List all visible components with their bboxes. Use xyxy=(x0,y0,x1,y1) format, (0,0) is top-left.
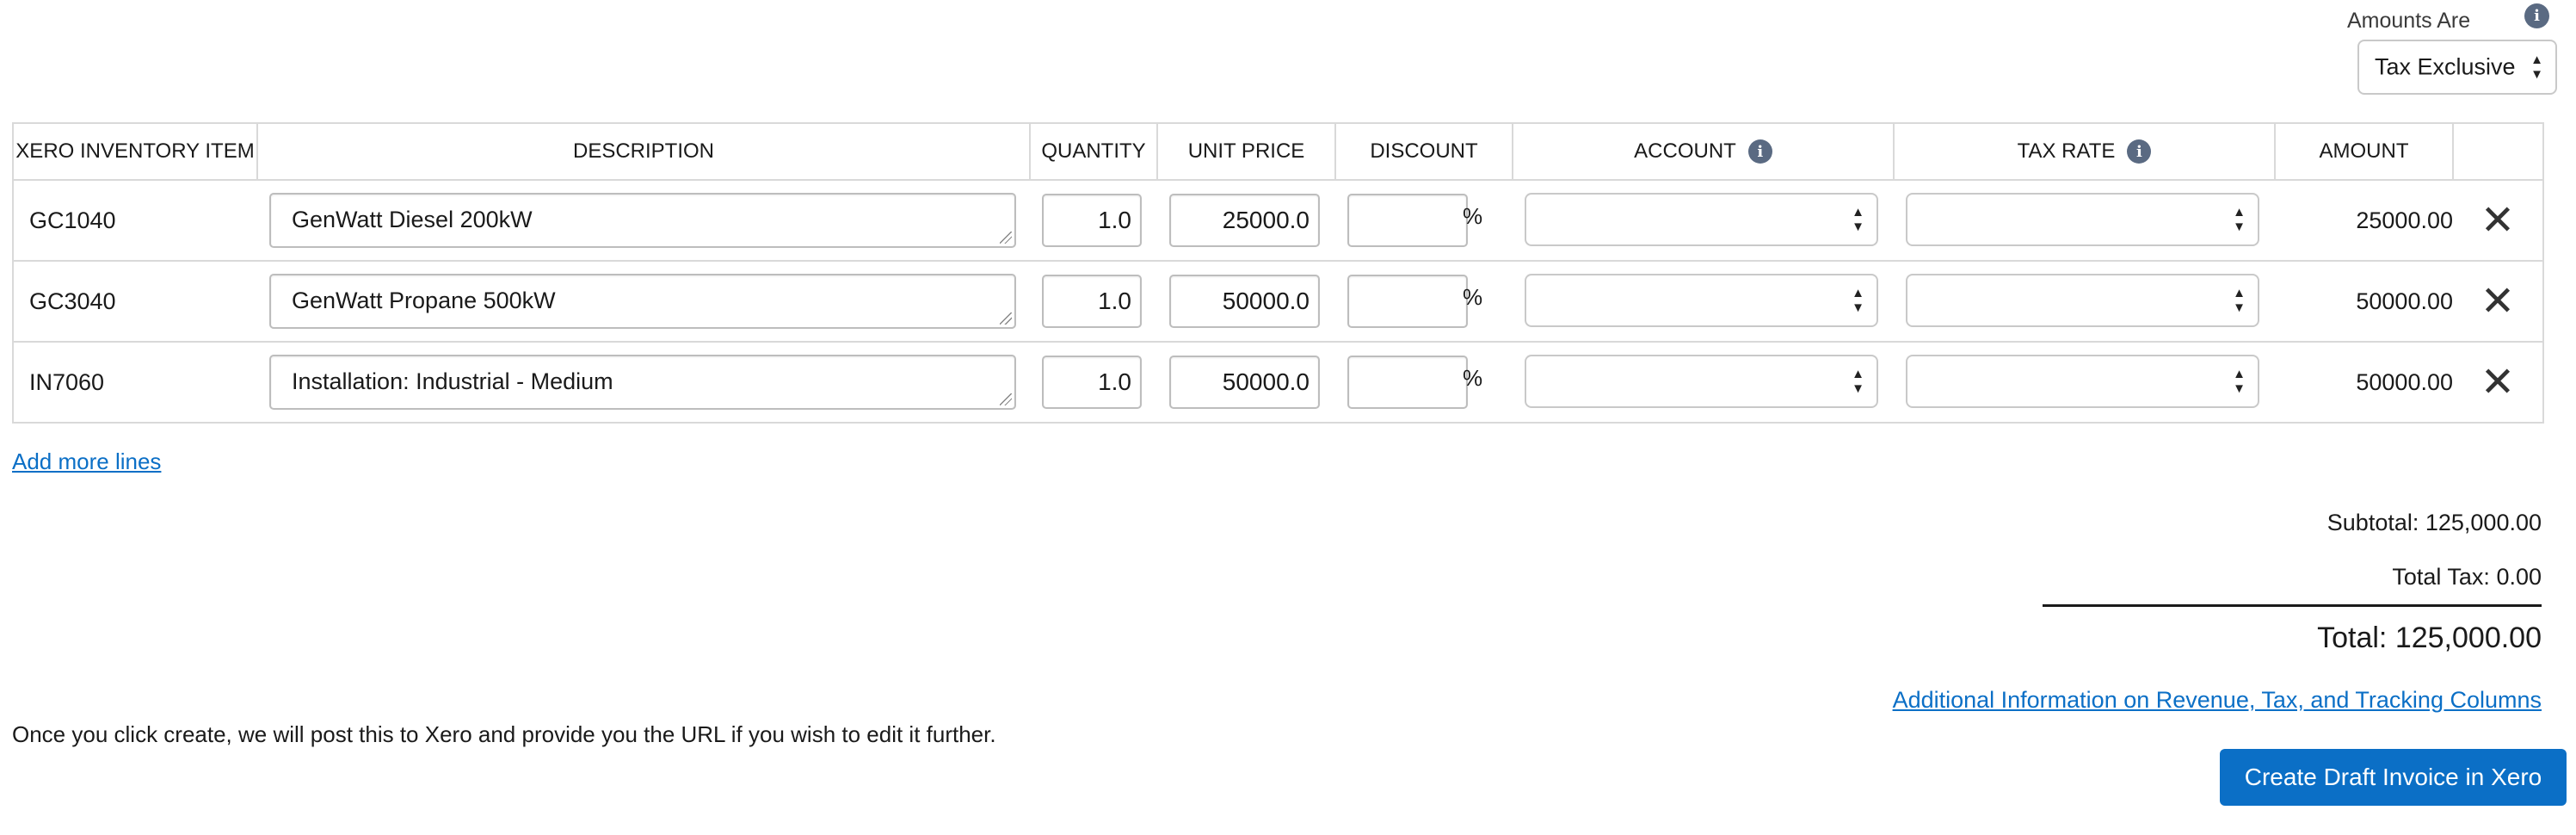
select-arrows-icon: ▲ ▼ xyxy=(1852,286,1864,315)
header-delete xyxy=(2452,122,2544,181)
unit-price-value: 50000.0 xyxy=(1222,288,1310,314)
header-description: DESCRIPTION xyxy=(256,122,1031,181)
line-items-table: XERO INVENTORY ITEM DESCRIPTION QUANTITY… xyxy=(12,122,2544,424)
header-tax-rate-label: TAX RATE xyxy=(2017,139,2116,163)
additional-info-link[interactable]: Additional Information on Revenue, Tax, … xyxy=(1893,687,2542,714)
tax-rate-info-icon[interactable] xyxy=(2127,139,2152,164)
header-account: ACCOUNT xyxy=(1512,122,1895,181)
tax-rate-select[interactable]: ▲ ▼ xyxy=(1906,355,2259,408)
header-quantity: QUANTITY xyxy=(1029,122,1158,181)
resize-grip-icon[interactable] xyxy=(1000,393,1012,405)
amounts-are-select[interactable]: Tax Exclusive ▲ ▼ xyxy=(2357,40,2557,95)
table-row: GC1040 GenWatt Diesel 200kW 1.0 25000.0 … xyxy=(12,179,2544,262)
amounts-are-info-icon[interactable] xyxy=(2524,3,2549,28)
delete-line-icon[interactable]: ✕ xyxy=(2480,281,2515,322)
quantity-value: 1.0 xyxy=(1098,207,1131,233)
unit-price-input[interactable]: 50000.0 xyxy=(1169,356,1320,409)
header-account-label: ACCOUNT xyxy=(1634,139,1736,163)
subtotal-text: Subtotal: 125,000.00 xyxy=(2326,510,2542,535)
select-arrows-icon: ▲ ▼ xyxy=(2233,205,2246,234)
quantity-value: 1.0 xyxy=(1098,368,1131,395)
total-text: Total: 125,000.00 xyxy=(2317,622,2542,654)
discount-percent-label: % xyxy=(1463,203,1483,229)
item-code: IN7060 xyxy=(29,368,105,395)
line-amount: 50000.00 xyxy=(2275,341,2453,424)
amounts-are-selected-value: Tax Exclusive xyxy=(2375,53,2516,80)
account-info-icon[interactable] xyxy=(1747,139,1772,164)
unit-price-input[interactable]: 25000.0 xyxy=(1169,194,1320,247)
description-text: GenWatt Propane 500kW xyxy=(292,288,556,313)
add-more-lines-link[interactable]: Add more lines xyxy=(12,448,161,475)
description-field[interactable]: GenWatt Propane 500kW xyxy=(269,274,1016,329)
line-amount: 25000.00 xyxy=(2275,179,2453,262)
delete-line-icon[interactable]: ✕ xyxy=(2480,200,2515,241)
totals-divider xyxy=(2043,604,2542,607)
select-arrows-icon: ▲ ▼ xyxy=(2233,367,2246,396)
account-select[interactable]: ▲ ▼ xyxy=(1525,355,1878,408)
tax-rate-select[interactable]: ▲ ▼ xyxy=(1906,274,2259,327)
quantity-input[interactable]: 1.0 xyxy=(1042,356,1142,409)
quantity-input[interactable]: 1.0 xyxy=(1042,194,1142,247)
discount-percent-label: % xyxy=(1463,365,1483,391)
discount-input[interactable] xyxy=(1347,356,1468,409)
header-unit-price: UNIT PRICE xyxy=(1156,122,1336,181)
account-select[interactable]: ▲ ▼ xyxy=(1525,274,1878,327)
tax-rate-select[interactable]: ▲ ▼ xyxy=(1906,193,2259,246)
quantity-input[interactable]: 1.0 xyxy=(1042,275,1142,328)
discount-percent-label: % xyxy=(1463,284,1483,310)
item-code: GC1040 xyxy=(29,207,116,233)
total-tax-text: Total Tax: 0.00 xyxy=(2392,564,2542,590)
description-text: Installation: Industrial - Medium xyxy=(292,368,613,394)
select-arrows-icon: ▲ ▼ xyxy=(2233,286,2246,315)
post-note-text: Once you click create, we will post this… xyxy=(12,721,996,747)
table-row: IN7060 Installation: Industrial - Medium… xyxy=(12,341,2544,424)
header-discount: DISCOUNT xyxy=(1334,122,1513,181)
quantity-value: 1.0 xyxy=(1098,288,1131,314)
discount-input[interactable] xyxy=(1347,194,1468,247)
line-amount: 50000.00 xyxy=(2275,260,2453,343)
unit-price-value: 50000.0 xyxy=(1222,368,1310,395)
select-arrows-icon: ▲ ▼ xyxy=(1852,367,1864,396)
resize-grip-icon[interactable] xyxy=(1000,232,1012,244)
create-draft-invoice-button[interactable]: Create Draft Invoice in Xero xyxy=(2220,749,2567,806)
description-field[interactable]: GenWatt Diesel 200kW xyxy=(269,193,1016,248)
header-amount: AMOUNT xyxy=(2274,122,2454,181)
header-item: XERO INVENTORY ITEM xyxy=(12,122,258,181)
description-text: GenWatt Diesel 200kW xyxy=(292,207,533,232)
unit-price-input[interactable]: 50000.0 xyxy=(1169,275,1320,328)
delete-line-icon[interactable]: ✕ xyxy=(2480,362,2515,403)
table-header-row: XERO INVENTORY ITEM DESCRIPTION QUANTITY… xyxy=(12,122,2544,181)
account-select[interactable]: ▲ ▼ xyxy=(1525,193,1878,246)
item-code: GC3040 xyxy=(29,288,116,314)
select-arrows-icon: ▲ ▼ xyxy=(1852,205,1864,234)
header-tax-rate: TAX RATE xyxy=(1893,122,2276,181)
amounts-are-label: Amounts Are xyxy=(2347,9,2471,33)
discount-input[interactable] xyxy=(1347,275,1468,328)
unit-price-value: 25000.0 xyxy=(1222,207,1310,233)
select-arrows-icon: ▲ ▼ xyxy=(2530,53,2543,82)
table-row: GC3040 GenWatt Propane 500kW 1.0 50000.0… xyxy=(12,260,2544,343)
description-field[interactable]: Installation: Industrial - Medium xyxy=(269,355,1016,410)
resize-grip-icon[interactable] xyxy=(1000,312,1012,325)
